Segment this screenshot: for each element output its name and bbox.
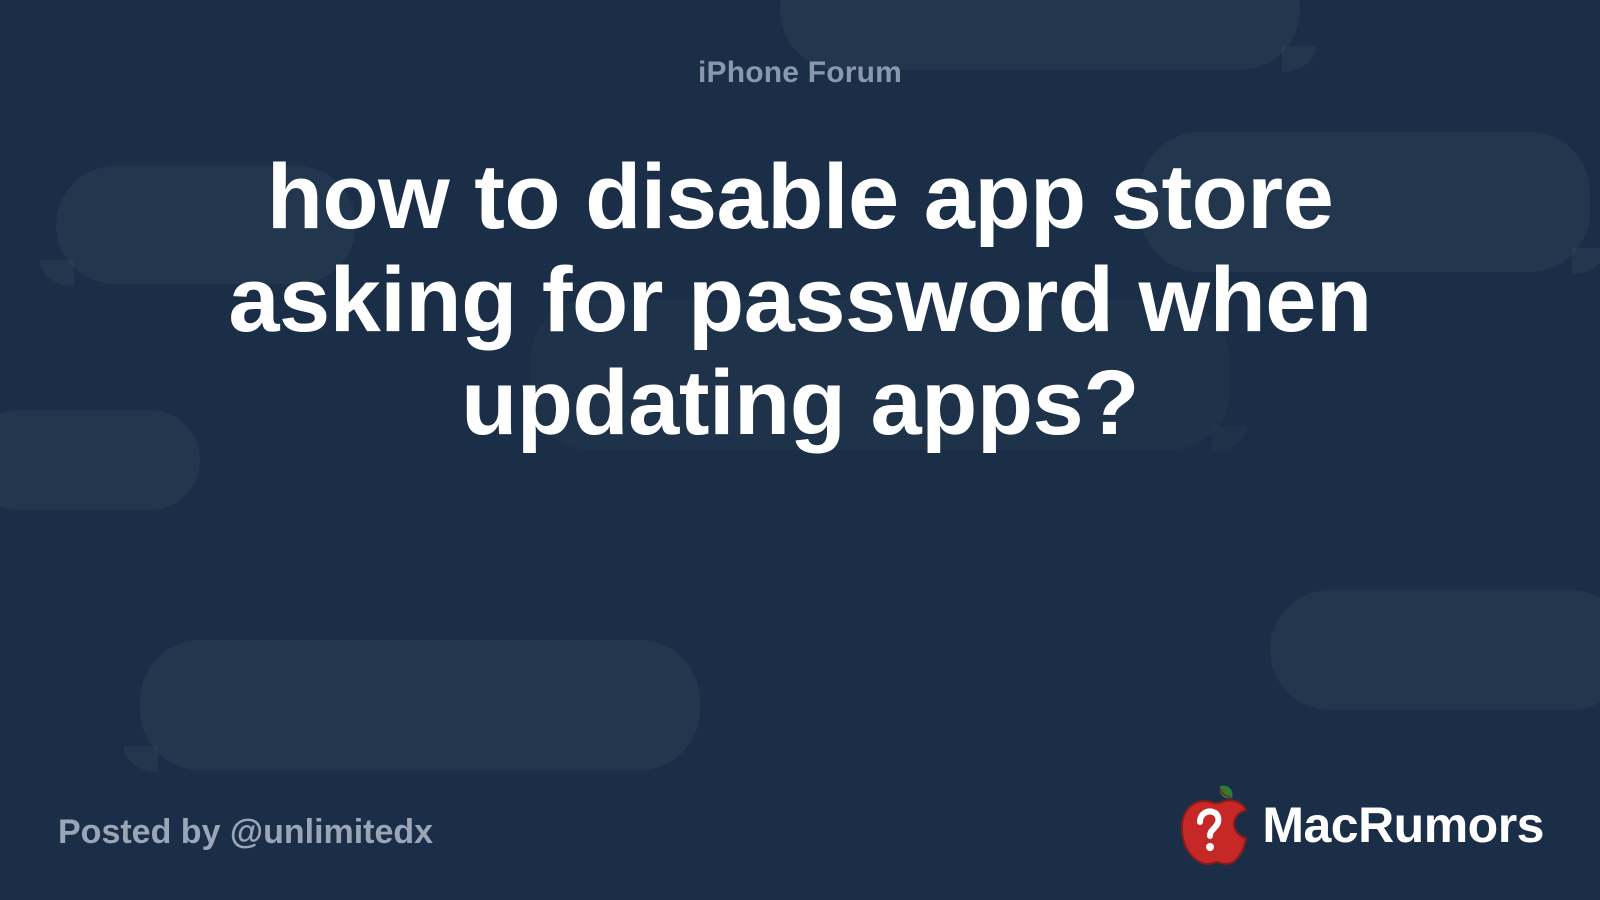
thread-title: how to disable app store asking for pass… bbox=[200, 146, 1400, 455]
posted-by: Posted by @unlimitedx bbox=[58, 813, 433, 852]
social-card: iPhone Forum how to disable app store as… bbox=[0, 0, 1600, 900]
forum-category: iPhone Forum bbox=[698, 56, 902, 90]
brand-name: MacRumors bbox=[1262, 796, 1544, 854]
macrumors-logo-icon bbox=[1174, 784, 1248, 866]
brand-lockup: MacRumors bbox=[1174, 784, 1544, 866]
